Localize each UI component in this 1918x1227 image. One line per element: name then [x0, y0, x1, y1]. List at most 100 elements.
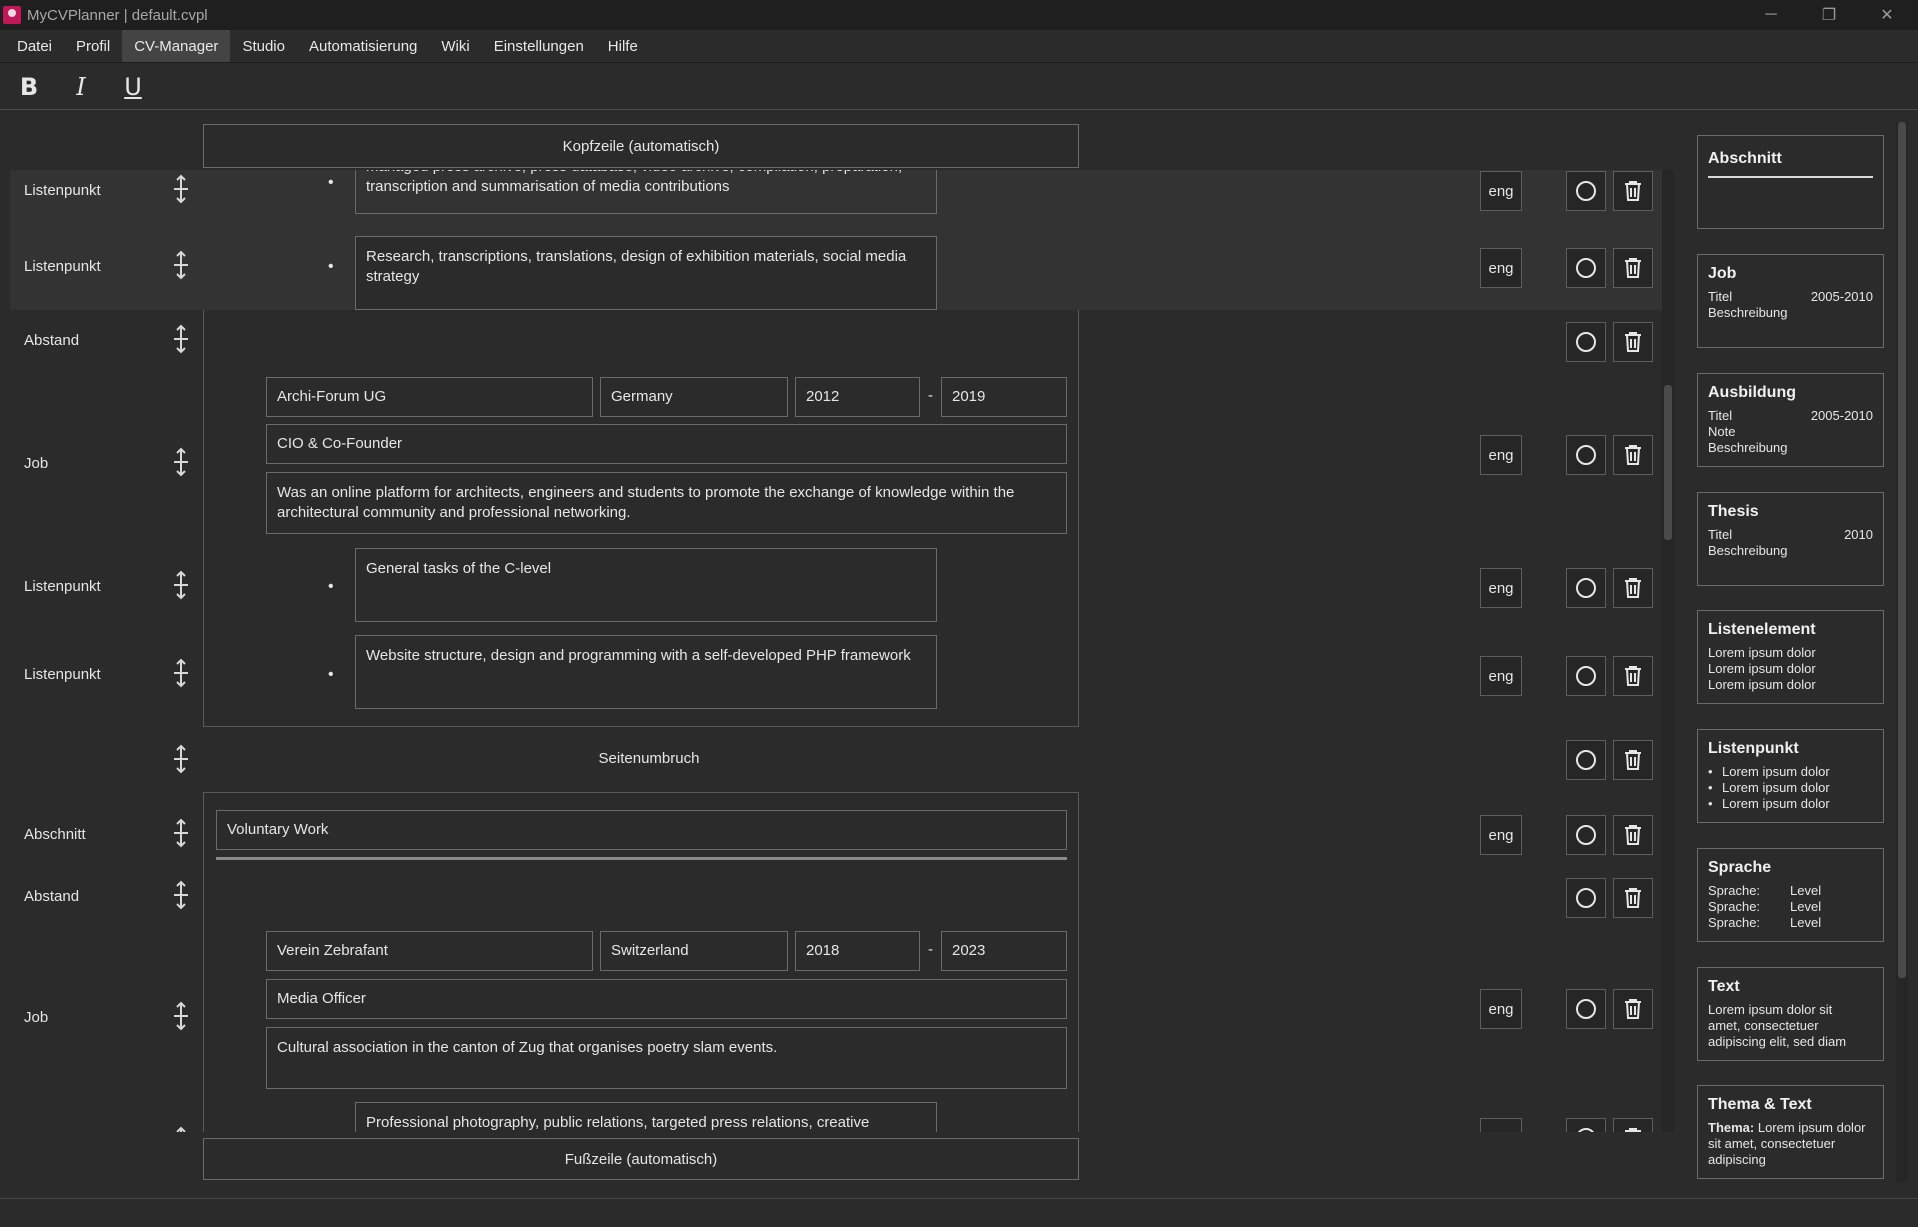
row-type-label: Listenpunkt: [24, 666, 101, 683]
list-item-input[interactable]: General tasks of the C-level: [355, 548, 937, 622]
language-button[interactable]: [1480, 1118, 1522, 1132]
palette-card-abschnitt[interactable]: Abschnitt: [1697, 135, 1884, 229]
palette-card-listenpunkt[interactable]: Listenpunkt Lorem ipsum dolor Lorem ipsu…: [1697, 729, 1884, 823]
toggle-circle-button[interactable]: [1566, 568, 1606, 608]
sidebar-scrollbar-thumb[interactable]: [1898, 122, 1906, 978]
spacer-row: Abstand: [10, 310, 1662, 370]
toggle-circle-button[interactable]: [1566, 1118, 1606, 1132]
toggle-circle-button[interactable]: [1566, 656, 1606, 696]
job-title-input[interactable]: CIO & Co-Founder: [266, 424, 1067, 464]
minimize-button[interactable]: ─: [1742, 0, 1800, 30]
delete-button[interactable]: [1613, 656, 1653, 696]
section-title-input[interactable]: Voluntary Work: [216, 810, 1067, 850]
palette-card-text[interactable]: Text Lorem ipsum dolor sit amet, consect…: [1697, 967, 1884, 1061]
underline-button[interactable]: U: [118, 72, 148, 102]
delete-button[interactable]: [1613, 878, 1653, 918]
toggle-circle-button[interactable]: [1566, 248, 1606, 288]
bold-button[interactable]: B: [14, 72, 44, 102]
delete-button[interactable]: [1613, 1118, 1653, 1132]
end-year-input[interactable]: 2023: [941, 931, 1067, 971]
menu-wiki[interactable]: Wiki: [429, 30, 481, 62]
toggle-circle-button[interactable]: [1566, 171, 1606, 211]
restore-button[interactable]: ❐: [1800, 0, 1858, 30]
delete-button[interactable]: [1613, 248, 1653, 288]
list-item-input[interactable]: Website structure, design and programmin…: [355, 635, 937, 709]
italic-button[interactable]: I: [66, 72, 96, 102]
menu-einstellungen[interactable]: Einstellungen: [482, 30, 596, 62]
row-type-label: Abstand: [24, 332, 80, 349]
delete-button[interactable]: [1613, 989, 1653, 1029]
language-button[interactable]: eng: [1480, 568, 1522, 608]
drag-handle-icon[interactable]: [170, 447, 192, 477]
bullet-icon: •: [328, 666, 334, 683]
list-item-input[interactable]: Research, transcriptions, translations, …: [355, 236, 937, 310]
palette-card-thema-text[interactable]: Thema & Text Thema: Lorem ipsum dolor si…: [1697, 1085, 1884, 1179]
palette-card-job[interactable]: Job Titel 2005-2010 Beschreibung: [1697, 254, 1884, 348]
delete-button[interactable]: [1613, 815, 1653, 855]
footer-auto-box[interactable]: Fußzeile (automatisch): [203, 1138, 1079, 1180]
list-row: Listenpunkt • managed press archive, pre…: [10, 170, 1662, 224]
toggle-circle-button[interactable]: [1566, 989, 1606, 1029]
editor-scrollbar[interactable]: [1662, 170, 1674, 1132]
trash-icon: [1625, 445, 1641, 465]
drag-handle-icon[interactable]: [170, 324, 192, 354]
close-button[interactable]: ✕: [1858, 0, 1916, 30]
date-separator: -: [928, 941, 933, 958]
delete-button[interactable]: [1613, 435, 1653, 475]
editor-scrollbar-thumb[interactable]: [1664, 385, 1672, 540]
cv-editor: Listenpunkt • managed press archive, pre…: [10, 170, 1672, 1132]
delete-button[interactable]: [1613, 740, 1653, 780]
header-auto-box[interactable]: Kopfzeile (automatisch): [203, 124, 1079, 168]
list-item-input[interactable]: managed press archive, press database, v…: [355, 170, 937, 214]
drag-handle-icon[interactable]: [170, 250, 192, 280]
menu-cv-manager[interactable]: CV-Manager: [122, 30, 231, 62]
delete-button[interactable]: [1613, 322, 1653, 362]
menu-studio[interactable]: Studio: [230, 30, 297, 62]
card-title: Abschnitt: [1708, 150, 1782, 167]
language-button[interactable]: eng: [1480, 989, 1522, 1029]
menu-hilfe[interactable]: Hilfe: [596, 30, 650, 62]
palette-card-listenelement[interactable]: Listenelement Lorem ipsum dolor Lorem ip…: [1697, 610, 1884, 704]
drag-handle-icon[interactable]: [170, 570, 192, 600]
card-field-value: 2005-2010: [1810, 408, 1873, 423]
drag-handle-icon[interactable]: [170, 818, 192, 848]
job-description-input[interactable]: Was an online platform for architects, e…: [266, 472, 1067, 534]
toggle-circle-button[interactable]: [1566, 435, 1606, 475]
job-title-input[interactable]: Media Officer: [266, 979, 1067, 1019]
list-item-input[interactable]: Professional photography, public relatio…: [355, 1102, 937, 1132]
menu-profil[interactable]: Profil: [64, 30, 122, 62]
toggle-circle-button[interactable]: [1566, 815, 1606, 855]
language-button[interactable]: eng: [1480, 248, 1522, 288]
menu-datei[interactable]: Datei: [5, 30, 64, 62]
palette-card-ausbildung[interactable]: Ausbildung Titel 2005-2010 Note Beschreib…: [1697, 373, 1884, 467]
drag-handle-icon[interactable]: [170, 174, 192, 204]
menu-automatisierung[interactable]: Automatisierung: [297, 30, 429, 62]
drag-handle-icon[interactable]: [170, 1126, 192, 1132]
language-button[interactable]: eng: [1480, 171, 1522, 211]
language-button[interactable]: eng: [1480, 656, 1522, 696]
toggle-circle-button[interactable]: [1566, 878, 1606, 918]
bullet-icon: •: [328, 174, 334, 191]
language-button[interactable]: eng: [1480, 435, 1522, 475]
sidebar-scrollbar[interactable]: [1896, 122, 1908, 1182]
end-year-input[interactable]: 2019: [941, 377, 1067, 417]
toggle-circle-button[interactable]: [1566, 740, 1606, 780]
card-field-label: Beschreibung: [1708, 305, 1788, 320]
job-description-input[interactable]: Cultural association in the canton of Zu…: [266, 1027, 1067, 1089]
palette-card-thesis[interactable]: Thesis Titel 2010 Beschreibung: [1697, 492, 1884, 586]
country-input[interactable]: Switzerland: [600, 931, 788, 971]
delete-button[interactable]: [1613, 568, 1653, 608]
palette-card-sprache[interactable]: Sprache Sprache: Level Sprache: Level Spra…: [1697, 848, 1884, 942]
drag-handle-icon[interactable]: [170, 658, 192, 688]
country-input[interactable]: Germany: [600, 377, 788, 417]
card-field-value: 2005-2010: [1810, 289, 1873, 304]
language-button[interactable]: eng: [1480, 815, 1522, 855]
company-input[interactable]: Verein Zebrafant: [266, 931, 593, 971]
start-year-input[interactable]: 2012: [795, 377, 920, 417]
toggle-circle-button[interactable]: [1566, 322, 1606, 362]
drag-handle-icon[interactable]: [170, 880, 192, 910]
drag-handle-icon[interactable]: [170, 1001, 192, 1031]
start-year-input[interactable]: 2018: [795, 931, 920, 971]
delete-button[interactable]: [1613, 171, 1653, 211]
company-input[interactable]: Archi-Forum UG: [266, 377, 593, 417]
